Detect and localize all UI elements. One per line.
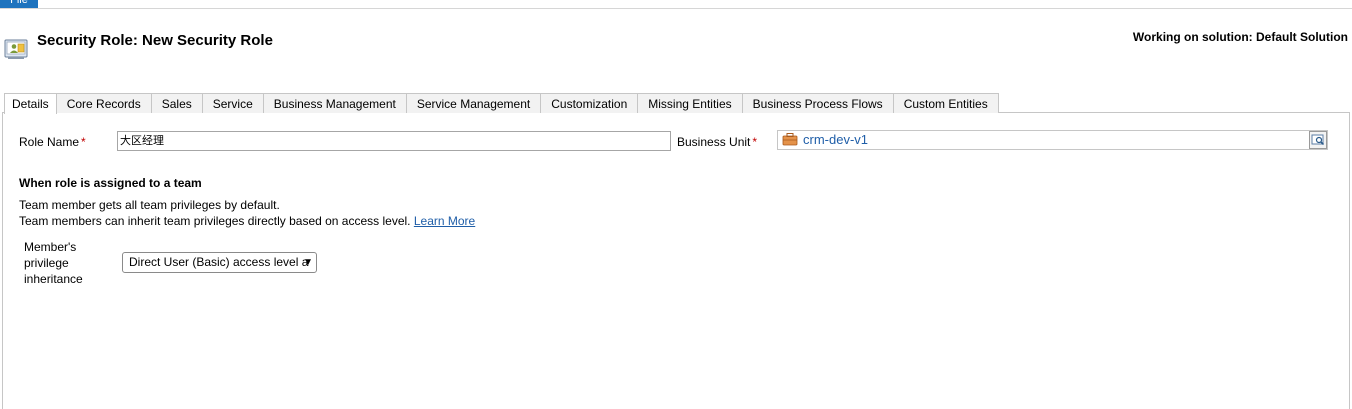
file-tab[interactable]: File <box>0 0 38 8</box>
solution-label: Working on solution: Default Solution <box>1132 30 1348 44</box>
tab-sales[interactable]: Sales <box>150 93 203 113</box>
business-unit-lookup[interactable]: crm-dev-v1 <box>777 130 1328 150</box>
privilege-inheritance-select-value: Direct User (Basic) access level a <box>129 255 309 269</box>
tab-business-management[interactable]: Business Management <box>262 93 407 113</box>
member-privilege-inheritance-label: Member's privilege inheritance <box>24 240 83 286</box>
business-unit-icon <box>782 133 798 146</box>
tab-core-records[interactable]: Core Records <box>55 93 152 113</box>
lookup-search-button[interactable] <box>1309 131 1327 149</box>
team-description-line-1: Team member gets all team privileges by … <box>19 198 280 212</box>
team-description-line-2-text: Team members can inherit team privileges… <box>19 214 411 228</box>
business-unit-value-link[interactable]: crm-dev-v1 <box>803 132 868 147</box>
page-title: Security Role: New Security Role <box>37 32 273 49</box>
tab-custom-entities[interactable]: Custom Entities <box>892 93 999 113</box>
learn-more-link[interactable]: Learn More <box>414 214 475 228</box>
security-role-icon <box>4 39 28 59</box>
lookup-search-icon <box>1311 134 1325 146</box>
tab-details[interactable]: Details <box>4 93 57 114</box>
business-unit-required-marker: * <box>752 135 758 149</box>
role-name-input[interactable]: 大区经理 <box>117 131 671 151</box>
role-name-label-text: Role Name <box>19 135 80 149</box>
top-divider <box>0 8 1352 9</box>
privilege-inheritance-select[interactable]: Direct User (Basic) access level a ▼ <box>122 252 317 273</box>
tab-strip: Details Core Records Sales Service Busin… <box>4 93 999 114</box>
role-name-required-marker: * <box>81 135 86 149</box>
team-section-heading: When role is assigned to a team <box>19 176 202 190</box>
tab-service-management[interactable]: Service Management <box>405 93 542 113</box>
team-description-line-2: Team members can inherit team privileges… <box>19 214 475 228</box>
tab-service[interactable]: Service <box>201 93 264 113</box>
tab-missing-entities[interactable]: Missing Entities <box>637 93 743 113</box>
business-unit-label-text: Business Unit <box>677 135 751 149</box>
role-name-label: Role Name * <box>19 135 86 149</box>
page: File Security Role: New Security Role Wo… <box>0 0 1352 409</box>
business-unit-label: Business Unit * <box>677 135 757 149</box>
tab-customization[interactable]: Customization <box>540 93 639 113</box>
tab-business-process-flows[interactable]: Business Process Flows <box>741 93 894 113</box>
chevron-down-icon: ▼ <box>303 257 313 268</box>
